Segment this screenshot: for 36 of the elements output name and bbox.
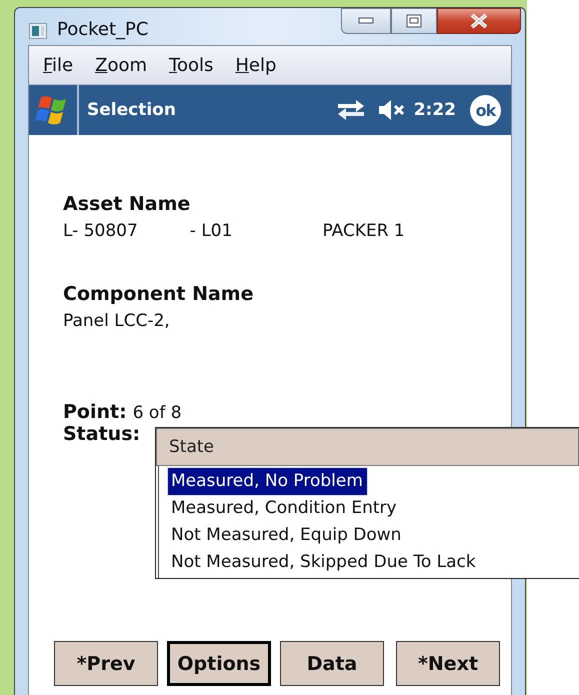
maximize-button[interactable] xyxy=(391,8,437,34)
list-item[interactable]: Measured, No Problem xyxy=(168,468,367,495)
menu-item[interactable]: File xyxy=(43,54,74,76)
connectivity-icon[interactable] xyxy=(338,100,364,120)
field-label: Component Name xyxy=(63,283,254,305)
field-value: L- 50807 xyxy=(63,221,138,241)
field-label: Point: xyxy=(63,401,127,423)
maximize-icon xyxy=(406,14,422,28)
clock-time: 2:22 xyxy=(414,100,456,120)
field-value: 6 of 8 xyxy=(132,403,182,423)
minimize-button[interactable] xyxy=(341,8,391,34)
field-value: - L01 xyxy=(190,221,232,241)
menu-item[interactable]: Zoom xyxy=(95,54,148,76)
screen-title: Selection xyxy=(87,100,177,120)
close-button[interactable] xyxy=(437,8,521,34)
nav-button[interactable]: *Next xyxy=(396,641,500,686)
nav-button[interactable]: Options xyxy=(167,641,271,686)
field-value: Panel LCC-2, xyxy=(63,311,171,331)
windows-flag-icon[interactable] xyxy=(35,96,66,124)
field-value: PACKER 1 xyxy=(322,221,405,241)
field-label: Status: xyxy=(63,423,142,445)
list-item[interactable]: Not Measured, Equip Down xyxy=(168,522,406,549)
nav-button[interactable]: *Prev xyxy=(54,641,158,686)
menu-item[interactable]: Tools xyxy=(169,54,214,76)
app-icon xyxy=(29,22,47,40)
speaker-muted-icon[interactable] xyxy=(378,100,404,120)
list-item[interactable]: Not Measured, Skipped Due To Lack xyxy=(168,549,480,576)
close-icon xyxy=(469,13,489,29)
list-item[interactable]: Measured, Condition Entry xyxy=(168,495,401,522)
field-label: Asset Name xyxy=(63,193,192,215)
nav-button[interactable]: Data xyxy=(280,641,384,686)
column-header: State xyxy=(156,428,579,466)
minimize-icon xyxy=(358,17,374,25)
menu-item[interactable]: Help xyxy=(235,54,276,76)
window-title: Pocket_PC xyxy=(57,19,150,40)
ok-button[interactable]: ok xyxy=(470,94,501,126)
